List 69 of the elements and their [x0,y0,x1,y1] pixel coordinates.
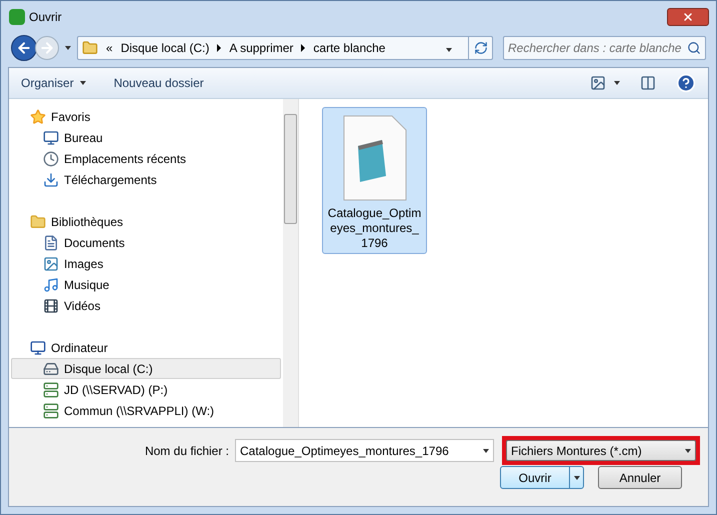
separator-arrow-icon [301,44,306,52]
image-icon [43,256,59,272]
window-title: Ouvrir [29,9,62,26]
refresh-icon [474,41,488,55]
download-icon [43,172,59,188]
network-icon [43,402,59,418]
back-button[interactable] [11,35,37,61]
drive-icon [43,360,59,376]
sidebar-item[interactable]: Vidéos [11,295,281,316]
computer-icon [30,340,46,356]
music-icon [43,276,59,292]
cancel-button[interactable]: Annuler [598,466,682,489]
help-button[interactable] [676,73,696,93]
scrollbar[interactable] [283,99,298,427]
app-icon [9,9,25,25]
caret-icon [446,48,452,52]
preview-pane-button[interactable] [640,75,656,91]
view-icon [590,75,606,91]
sidebar-group-header[interactable]: Bibliothèques [9,211,283,232]
history-dropdown[interactable] [65,46,71,50]
folder-icon [82,40,98,56]
sidebar-group-header[interactable]: Ordinateur [9,337,283,358]
file-name: Catalogue_Optimeyes_montures_1796 [327,206,422,251]
sidebar-item[interactable]: Disque local (C:) [11,358,281,379]
sidebar-item[interactable]: JD (\\SERVAD) (P:) [11,379,281,400]
close-button[interactable] [667,8,709,26]
sidebar-item[interactable]: Emplacements récents [11,148,281,169]
forward-arrow-icon [39,40,55,56]
video-icon [43,298,59,314]
new-folder-button[interactable]: Nouveau dossier [114,74,204,92]
file-name-field[interactable]: Catalogue_Optimeyes_montures_1796 [235,439,494,462]
sidebar-item[interactable]: Images [11,253,281,274]
sidebar-item[interactable]: Documents [11,232,281,253]
preview-pane-icon [640,75,656,91]
sidebar-item[interactable]: Musique [11,274,281,295]
library-icon [30,214,46,230]
desktop-icon [43,130,59,146]
sidebar-item[interactable]: Bureau [11,127,281,148]
notepad-file-icon [342,114,408,202]
search-field[interactable]: Rechercher dans : carte blanche [503,36,706,60]
help-icon [676,73,696,93]
caret-icon [685,448,691,452]
address-bar[interactable]: « Disque local (C:) A supprimer carte blanche [77,36,493,60]
breadcrumb-item[interactable]: carte blanche [313,39,386,57]
star-icon [30,108,46,124]
separator-arrow-icon [217,44,222,52]
file-name-label: Nom du fichier : [144,442,229,460]
sidebar-item[interactable]: Commun (\\SRVAPPLI) (W:) [11,400,281,421]
search-icon [687,41,701,55]
caret-icon [614,81,620,85]
overflow-chevron[interactable]: « [106,39,113,57]
sidebar-item[interactable]: Téléchargements [11,169,281,190]
sidebar-group-header[interactable]: Favoris [9,106,283,127]
file-item[interactable]: Catalogue_Optimeyes_montures_1796 [322,107,427,254]
recent-icon [43,150,59,166]
organize-button[interactable]: Organiser [21,74,86,92]
caret-icon [65,46,71,50]
breadcrumb-item[interactable]: A supprimer [229,39,294,57]
breadcrumb-item[interactable]: Disque local (C:) [120,39,210,57]
view-button[interactable] [590,75,620,91]
close-icon [682,11,694,23]
caret-icon [483,448,489,452]
network-icon [43,382,59,398]
caret-icon [80,81,86,85]
caret-icon [574,476,580,480]
document-icon [43,234,59,250]
scroll-thumb[interactable] [284,114,297,224]
file-type-dropdown[interactable]: Fichiers Montures (*.cm) [506,440,696,461]
open-button[interactable]: Ouvrir [500,466,584,489]
